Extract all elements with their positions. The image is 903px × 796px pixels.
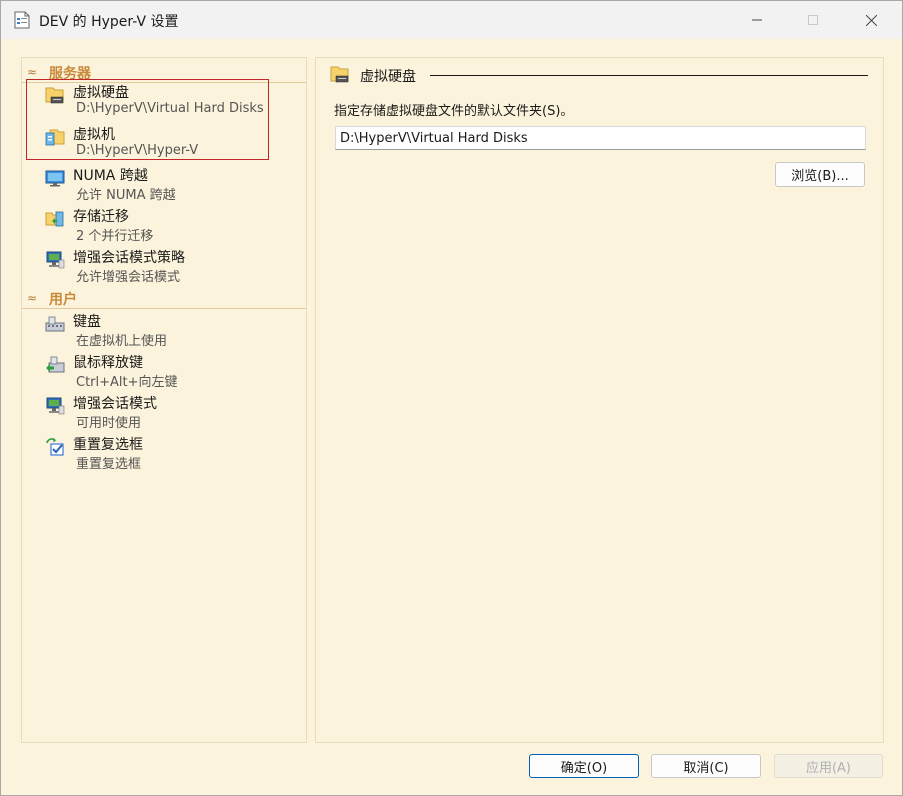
nav-item-numa-spanning[interactable]: NUMA 跨越 允许 NUMA 跨越 [42,165,292,205]
keyboard-icon [45,316,65,332]
nav-item-value: 允许增强会话模式 [76,270,181,285]
nav-item-value: 在虚拟机上使用 [76,334,168,349]
nav-item-value: 重置复选框 [76,457,142,472]
maximize-icon [808,15,818,25]
title-bar: DEV 的 Hyper-V 设置 [1,1,902,39]
close-icon [865,14,877,26]
nav-item-value: Ctrl+Alt+向左键 [76,375,178,390]
section-header-user[interactable]: ≈ 用户 [22,288,306,309]
apply-button[interactable]: 应用(A) [774,754,883,778]
folder-description: 指定存储虚拟硬盘文件的默认文件夹(S)。 [334,104,574,119]
enhanced-session-icon [46,397,65,415]
close-button[interactable] [848,1,894,39]
cancel-button[interactable]: 取消(C) [651,754,761,778]
storage-migration-icon [45,211,64,227]
nav-item-keyboard[interactable]: 键盘 在虚拟机上使用 [42,311,292,351]
nav-item-label: 键盘 [73,314,101,330]
details-panel: 虚拟硬盘 指定存储虚拟硬盘文件的默认文件夹(S)。 浏览(B)... [315,57,884,743]
vhd-folder-path-input[interactable] [335,126,866,150]
nav-item-label: 鼠标释放键 [73,355,143,371]
header-divider [430,75,868,76]
collapse-chevron-icon: ≈ [27,291,38,305]
nav-item-label: 重置复选框 [73,437,143,453]
nav-item-label: 增强会话模式 [73,396,157,412]
nav-item-value: 2 个并行迁移 [76,229,154,244]
minimize-button[interactable] [734,1,780,39]
minimize-icon [752,19,762,21]
panel-title: 虚拟硬盘 [360,69,416,85]
nav-item-label: 存储迁移 [73,209,129,225]
settings-window: DEV 的 Hyper-V 设置 ≈ 服务器 虚拟硬盘 D:\HyperV\Vi… [0,0,903,796]
enhanced-session-icon [46,251,65,269]
nav-item-label: 增强会话模式策略 [73,250,185,266]
nav-item-label: NUMA 跨越 [73,168,148,184]
selection-highlight-box [26,79,269,160]
window-title: DEV 的 Hyper-V 设置 [39,14,179,30]
mouse-release-icon [46,356,65,373]
ok-button[interactable]: 确定(O) [529,754,639,778]
nav-item-value: 允许 NUMA 跨越 [76,188,176,203]
nav-item-reset-checkboxes[interactable]: 重置复选框 重置复选框 [42,434,292,474]
maximize-button[interactable] [790,1,836,39]
nav-item-storage-migration[interactable]: 存储迁移 2 个并行迁移 [42,206,292,246]
section-label: 用户 [49,292,77,308]
settings-doc-icon [14,11,30,29]
nav-item-enhanced-session[interactable]: 增强会话模式 可用时使用 [42,393,292,433]
reset-checkbox-icon [46,438,64,456]
nav-item-value: 可用时使用 [76,416,142,431]
nav-item-enhanced-session-policy[interactable]: 增强会话模式策略 允许增强会话模式 [42,247,292,287]
folder-disk-icon [330,66,349,83]
nav-item-mouse-release-key[interactable]: 鼠标释放键 Ctrl+Alt+向左键 [42,352,292,392]
collapse-chevron-icon: ≈ [27,65,38,79]
monitor-icon [45,170,65,187]
browse-button[interactable]: 浏览(B)... [775,162,865,187]
